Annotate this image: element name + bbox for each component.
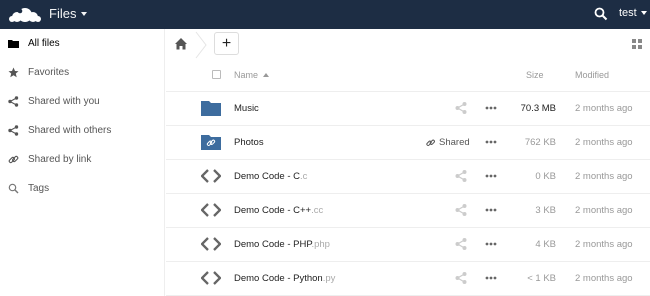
file-modified: 2 months ago — [575, 171, 633, 182]
grid-view-icon[interactable] — [632, 39, 642, 49]
more-options-icon[interactable] — [484, 271, 498, 285]
sort-ascending-icon — [263, 73, 270, 77]
sidebar-item-favorites[interactable]: Favorites — [0, 58, 165, 87]
sidebar-item-tags[interactable]: Tags — [0, 174, 165, 203]
sort-by-size[interactable]: Size — [526, 70, 544, 80]
file-size: 762 KB — [524, 137, 556, 148]
more-options-icon[interactable] — [484, 203, 498, 217]
file-name[interactable]: Photos — [234, 137, 264, 148]
code-file-icon — [201, 169, 221, 183]
app-menu[interactable]: Files — [49, 6, 88, 21]
link-icon — [426, 139, 435, 146]
app-title: Files — [49, 6, 77, 21]
file-modified: 2 months ago — [575, 137, 633, 148]
top-header: Files test — [0, 0, 650, 29]
share-icon[interactable] — [454, 169, 468, 183]
file-table-header: Name Size Modified — [166, 60, 650, 92]
table-row[interactable]: Demo Code - Python.py < 1 KB 2 months ag… — [166, 262, 650, 296]
home-icon[interactable] — [174, 37, 188, 51]
plus-icon: + — [221, 34, 232, 52]
tag-icon — [8, 183, 19, 194]
file-modified: 2 months ago — [575, 205, 633, 216]
share-icon[interactable] — [454, 237, 468, 251]
file-name[interactable]: Demo Code - PHP.php — [234, 239, 330, 250]
star-icon — [8, 67, 19, 78]
username: test — [619, 7, 637, 19]
controls-bar: + — [166, 29, 650, 60]
table-row[interactable]: Demo Code - C++.cc 3 KB 2 months ago — [166, 194, 650, 228]
file-size: < 1 KB — [527, 273, 556, 284]
search-icon[interactable] — [594, 7, 608, 21]
sidebar-item-label: Shared by link — [28, 154, 92, 165]
code-file-icon — [201, 271, 221, 285]
share-icon — [8, 96, 19, 107]
more-options-icon[interactable] — [484, 101, 498, 115]
sort-by-name[interactable]: Name — [234, 70, 270, 80]
sidebar-item-all-files[interactable]: All files — [0, 29, 165, 58]
sidebar-item-label: Tags — [28, 183, 50, 194]
file-name[interactable]: Demo Code - Python.py — [234, 273, 335, 284]
more-options-icon[interactable] — [484, 237, 498, 251]
sidebar-item-label: Favorites — [28, 67, 70, 78]
share-icon[interactable] — [454, 203, 468, 217]
file-size: 3 KB — [535, 205, 556, 216]
file-size: 70.3 MB — [520, 103, 556, 114]
folder-icon — [8, 40, 19, 48]
folder-icon — [201, 101, 221, 116]
table-row[interactable]: Demo Code - C.c 0 KB 2 months ago — [166, 160, 650, 194]
select-all-checkbox[interactable] — [212, 70, 221, 79]
share-icon[interactable] — [454, 101, 468, 115]
file-name[interactable]: Demo Code - C++.cc — [234, 205, 323, 216]
sidebar-item-label: All files — [28, 38, 60, 49]
file-modified: 2 months ago — [575, 103, 633, 114]
owncloud-logo-icon[interactable] — [8, 6, 42, 24]
shared-status-button[interactable]: Shared — [426, 137, 470, 148]
file-modified: 2 months ago — [575, 273, 633, 284]
table-row[interactable]: Demo Code - PHP.php 4 KB 2 months ago — [166, 228, 650, 262]
more-options-icon[interactable] — [484, 135, 498, 149]
chevron-down-icon — [640, 11, 647, 15]
file-modified: 2 months ago — [575, 239, 633, 250]
chevron-down-icon — [81, 11, 88, 16]
file-name[interactable]: Demo Code - C.c — [234, 171, 307, 182]
more-options-icon[interactable] — [484, 169, 498, 183]
column-name-label: Name — [234, 70, 259, 80]
share-icon[interactable] — [454, 271, 468, 285]
share-icon — [8, 125, 19, 136]
link-icon — [8, 155, 19, 164]
breadcrumb-separator-icon — [195, 31, 207, 59]
sidebar-item-label: Shared with you — [28, 96, 100, 107]
sidebar-item-shared-with-you[interactable]: Shared with you — [0, 87, 165, 116]
code-file-icon — [201, 237, 221, 251]
table-row[interactable]: Music 70.3 MB 2 months ago — [166, 92, 650, 126]
sidebar-item-shared-by-link[interactable]: Shared by link — [0, 145, 165, 174]
shared-folder-link-icon — [201, 135, 221, 150]
file-size: 0 KB — [535, 171, 556, 182]
sidebar-item-shared-with-others[interactable]: Shared with others — [0, 116, 165, 145]
user-menu[interactable]: test — [619, 7, 647, 19]
code-file-icon — [201, 203, 221, 217]
file-size: 4 KB — [535, 239, 556, 250]
sort-by-modified[interactable]: Modified — [575, 70, 609, 80]
table-row[interactable]: Photos Shared 762 KB 2 months ago — [166, 126, 650, 160]
new-file-button[interactable]: + — [214, 32, 239, 55]
shared-label: Shared — [439, 137, 470, 148]
sidebar-item-label: Shared with others — [28, 125, 112, 136]
file-name[interactable]: Music — [234, 103, 259, 114]
sidebar-nav: All files Favorites Shared with you Shar… — [0, 29, 165, 296]
